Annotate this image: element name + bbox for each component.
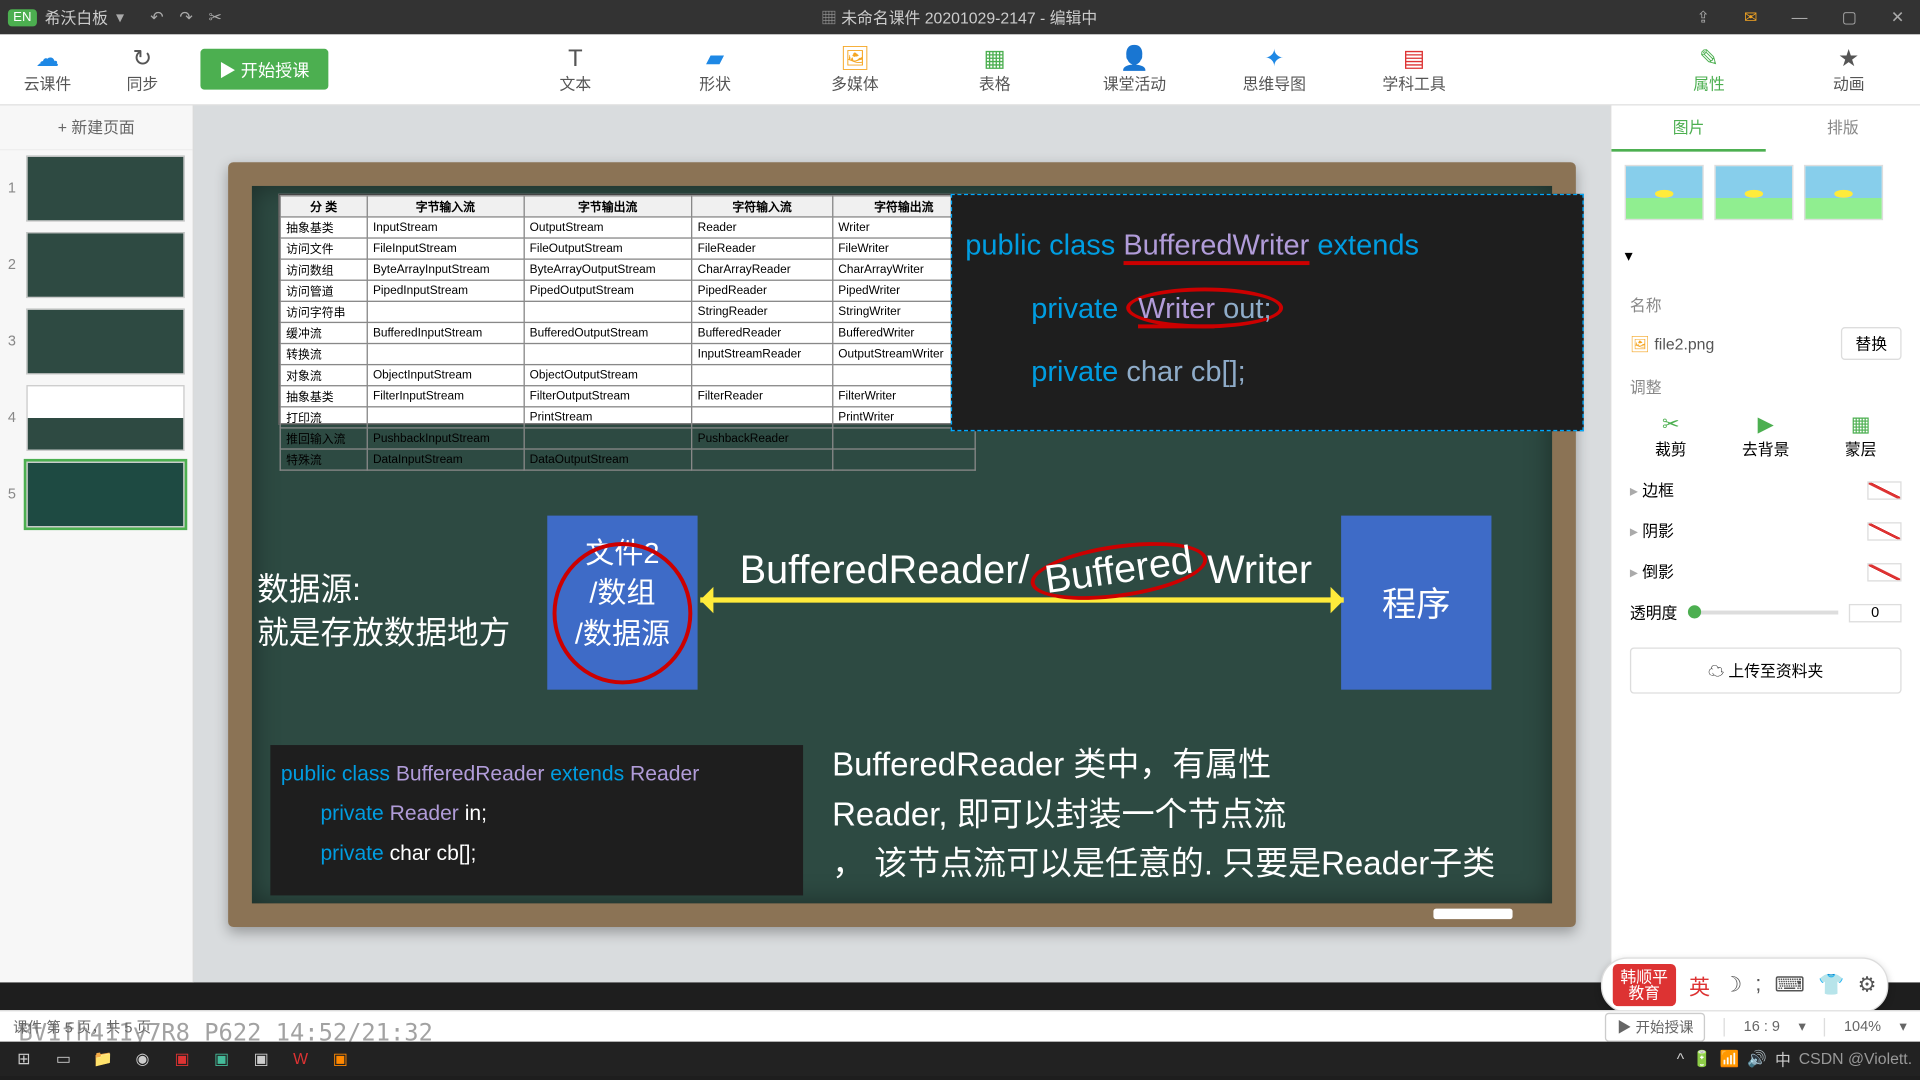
- windows-taskbar: ⊞ ▭ 📁 ◉ ▣ ▣ ▣ W ▣ ^ 🔋 📶 🔊 中 CSDN @Violet…: [0, 1042, 1920, 1076]
- floating-toolbar: 韩顺平教育 英 ☽ ; ⌨ 👕 ⚙: [1601, 957, 1889, 1012]
- reflect-none[interactable]: [1867, 562, 1901, 580]
- new-page-button[interactable]: + 新建页面: [0, 105, 193, 150]
- name-label: 名称: [1630, 294, 1902, 316]
- brand-logo: 韩顺平教育: [1613, 964, 1676, 1006]
- tool-mindmap[interactable]: ✦思维导图: [1227, 44, 1322, 94]
- tool-activity[interactable]: 👤课堂活动: [1087, 44, 1182, 94]
- box-file[interactable]: 文件2/数组/数据源: [547, 515, 697, 689]
- tab-image[interactable]: 图片: [1611, 105, 1765, 151]
- canvas-stage[interactable]: 分 类字节输入流字节输出流字符输入流字符输出流抽象基类InputStreamOu…: [194, 105, 1610, 982]
- border-row[interactable]: 边框: [1630, 479, 1674, 501]
- tool-anim[interactable]: ★动画: [1801, 44, 1896, 94]
- start-menu-icon[interactable]: ⊞: [8, 1046, 40, 1072]
- tray-ime[interactable]: 中: [1775, 1048, 1791, 1070]
- csdn-watermark: CSDN @Violett.: [1799, 1050, 1912, 1068]
- tool-cloud[interactable]: ☁云课件: [0, 44, 95, 94]
- ratio-dropdown-icon[interactable]: ▾: [1798, 1018, 1805, 1035]
- stream-table[interactable]: 分 类字节输入流字节输出流字符输入流字符输出流抽象基类InputStreamOu…: [278, 193, 977, 424]
- tool-shape[interactable]: ▰形状: [668, 44, 763, 94]
- taskview-icon[interactable]: ▭: [47, 1046, 79, 1072]
- code-bufferedreader[interactable]: public class BufferedReader extends Read…: [270, 744, 803, 894]
- crop-button[interactable]: ✂裁剪: [1630, 411, 1712, 460]
- reflect-row[interactable]: 倒影: [1630, 560, 1674, 582]
- tool-props[interactable]: ✎属性: [1662, 44, 1757, 94]
- tray-up-icon[interactable]: ^: [1677, 1050, 1684, 1068]
- tool-media[interactable]: 🖼多媒体: [807, 44, 902, 94]
- keyboard-icon[interactable]: ⌨: [1774, 972, 1804, 998]
- minimize-icon[interactable]: —: [1792, 8, 1808, 26]
- replace-button[interactable]: 替换: [1841, 327, 1902, 360]
- slide-panel: + 新建页面 1 2 3 4 5: [0, 105, 194, 982]
- slide-thumb-3[interactable]: [26, 309, 184, 375]
- tray-volume-icon[interactable]: 🔊: [1747, 1050, 1767, 1068]
- shirt-icon[interactable]: 👕: [1818, 972, 1844, 998]
- settings-icon[interactable]: ⚙: [1858, 972, 1877, 998]
- maximize-icon[interactable]: ▢: [1842, 8, 1857, 26]
- border-none[interactable]: [1867, 481, 1901, 499]
- app-icon-5[interactable]: ▣: [324, 1046, 356, 1072]
- slide-thumb-5[interactable]: [26, 462, 184, 528]
- opacity-slider[interactable]: [1688, 611, 1838, 615]
- tray-battery-icon[interactable]: 🔋: [1692, 1050, 1712, 1068]
- slide-thumb-2[interactable]: [26, 232, 184, 298]
- chrome-icon[interactable]: ◉: [127, 1046, 159, 1072]
- start-button-small[interactable]: ▶ 开始授课: [1605, 1012, 1705, 1041]
- properties-panel: 图片 排版 ▾ 名称 file2.png 替换 调整 ✂裁剪 ▶去背景 ▦蒙层 边…: [1610, 105, 1920, 982]
- semicolon-icon[interactable]: ;: [1755, 973, 1761, 997]
- chalk-icon: [1433, 908, 1512, 919]
- app-icon-2[interactable]: ▣: [206, 1046, 238, 1072]
- doc-title: 未命名课件 20201029-2147 - 编辑中: [821, 9, 1097, 27]
- opacity-label: 透明度: [1630, 601, 1677, 623]
- start-lecture-button[interactable]: ▶ 开始授课: [200, 49, 327, 90]
- tab-layout[interactable]: 排版: [1766, 105, 1920, 151]
- tool-sync[interactable]: ↻同步: [95, 44, 190, 94]
- app-name: 希沃白板: [45, 6, 108, 28]
- ribbon: ☁云课件 ↻同步 ▶ 开始授课 T文本 ▰形状 🖼多媒体 ▦表格 👤课堂活动 ✦…: [0, 34, 1920, 105]
- slide-thumb-4[interactable]: [26, 385, 184, 451]
- tool-subject[interactable]: ▤学科工具: [1367, 44, 1462, 94]
- app-icon-3[interactable]: ▣: [245, 1046, 277, 1072]
- ime-badge[interactable]: EN: [8, 9, 37, 26]
- file-name: file2.png: [1630, 334, 1714, 352]
- bg-preset-1[interactable]: [1625, 165, 1704, 220]
- cut-icon[interactable]: ✂: [208, 8, 221, 26]
- zoom-level[interactable]: 104%: [1844, 1019, 1881, 1035]
- moon-icon[interactable]: ☽: [1723, 972, 1742, 998]
- slide-thumb-1[interactable]: [26, 156, 184, 222]
- explorer-icon[interactable]: 📁: [87, 1046, 119, 1072]
- description-text: BufferedReader 类中，有属性Reader, 即可以封装一个节点流，…: [832, 741, 1495, 889]
- shadow-row[interactable]: 阴影: [1630, 520, 1674, 542]
- shadow-none[interactable]: [1867, 522, 1901, 540]
- app-menu-dropdown[interactable]: ▾: [116, 8, 124, 26]
- zoom-dropdown-icon[interactable]: ▾: [1900, 1018, 1907, 1035]
- code-bufferedwriter[interactable]: public class BufferedWriter extends priv…: [951, 193, 1584, 430]
- lang-icon[interactable]: 英: [1689, 969, 1710, 1001]
- bg-more[interactable]: ▾: [1611, 233, 1920, 278]
- tray-wifi-icon[interactable]: 📶: [1720, 1050, 1740, 1068]
- arrow-label: BufferedReader/BufferedWriter: [740, 544, 1312, 597]
- adjust-label: 调整: [1630, 376, 1902, 398]
- titlebar: EN 希沃白板 ▾ ↶ ↷ ✂ 未命名课件 20201029-2147 - 编辑…: [0, 0, 1920, 34]
- redo-icon[interactable]: ↷: [179, 8, 192, 26]
- bg-preset-3[interactable]: [1804, 165, 1883, 220]
- bg-preset-2[interactable]: [1714, 165, 1793, 220]
- arrow-line: [700, 597, 1344, 602]
- removebg-button[interactable]: ▶去背景: [1725, 411, 1807, 460]
- blackboard: 分 类字节输入流字节输出流字符输入流字符输出流抽象基类InputStreamOu…: [252, 185, 1552, 902]
- undo-icon[interactable]: ↶: [150, 8, 163, 26]
- close-icon[interactable]: ✕: [1891, 8, 1904, 26]
- app-icon-1[interactable]: ▣: [166, 1046, 198, 1072]
- datasource-text: 数据源:就是存放数据地方: [257, 568, 510, 657]
- tool-table[interactable]: ▦表格: [947, 44, 1042, 94]
- aspect-ratio[interactable]: 16 : 9: [1744, 1019, 1780, 1035]
- tool-text[interactable]: T文本: [528, 44, 623, 94]
- upload-button[interactable]: ☁ 上传至资料夹: [1630, 647, 1902, 693]
- mail-icon[interactable]: ✉: [1744, 8, 1757, 26]
- app-icon-4[interactable]: W: [285, 1046, 317, 1072]
- mask-button[interactable]: ▦蒙层: [1820, 411, 1902, 460]
- opacity-input[interactable]: [1849, 603, 1902, 621]
- box-program[interactable]: 程序: [1341, 515, 1491, 689]
- share-icon[interactable]: ⇪: [1696, 8, 1709, 26]
